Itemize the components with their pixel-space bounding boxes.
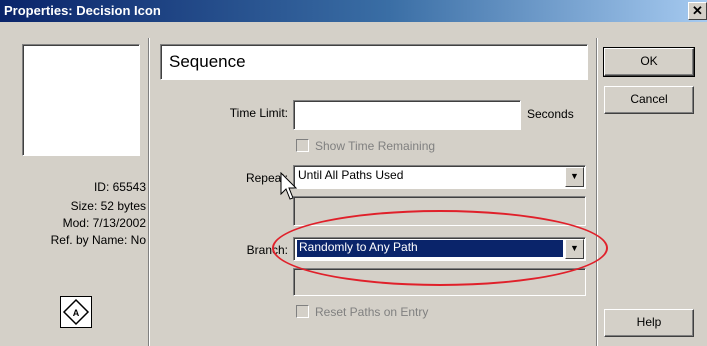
- help-button[interactable]: Help: [604, 309, 694, 337]
- left-separator: [148, 38, 150, 346]
- repeat-label: Repeat:: [245, 171, 288, 185]
- show-time-remaining-label: Show Time Remaining: [315, 139, 436, 153]
- cancel-button[interactable]: Cancel: [604, 86, 694, 114]
- seconds-label: Seconds: [527, 107, 574, 121]
- show-time-remaining-box: [296, 139, 309, 152]
- icon-modified-date: Mod: 7/13/2002: [62, 216, 146, 230]
- highlight-ellipse: [272, 210, 608, 286]
- ok-button[interactable]: OK: [603, 47, 695, 77]
- time-limit-label: Time Limit:: [229, 106, 288, 120]
- mouse-cursor-icon: [280, 172, 298, 200]
- icon-id: ID: 65543: [93, 180, 146, 194]
- properties-dialog: Properties: Decision Icon ✕ ID: 65543 Si…: [0, 0, 707, 346]
- close-button[interactable]: ✕: [688, 2, 707, 20]
- show-time-remaining-checkbox[interactable]: Show Time Remaining: [296, 139, 435, 153]
- reset-paths-checkbox[interactable]: Reset Paths on Entry: [296, 305, 428, 319]
- right-separator: [596, 38, 598, 346]
- icon-title-value: Sequence: [169, 52, 246, 71]
- icon-size: Size: 52 bytes: [70, 199, 146, 213]
- reset-paths-label: Reset Paths on Entry: [315, 305, 429, 319]
- title-bar[interactable]: Properties: Decision Icon ✕: [0, 0, 707, 22]
- icon-preview: [22, 44, 140, 156]
- reset-paths-box: [296, 305, 309, 318]
- ref-by-name: Ref. by Name: No: [50, 233, 146, 247]
- window-title: Properties: Decision Icon: [4, 3, 161, 18]
- decision-diamond-icon: A: [60, 296, 92, 328]
- svg-text:A: A: [73, 308, 80, 318]
- repeat-value: Until All Paths Used: [298, 168, 404, 182]
- repeat-dropdown-arrow-icon[interactable]: ▼: [565, 167, 584, 187]
- icon-title-input[interactable]: Sequence: [160, 44, 588, 80]
- repeat-dropdown[interactable]: Until All Paths Used ▼: [293, 165, 586, 189]
- time-limit-input[interactable]: [293, 100, 521, 130]
